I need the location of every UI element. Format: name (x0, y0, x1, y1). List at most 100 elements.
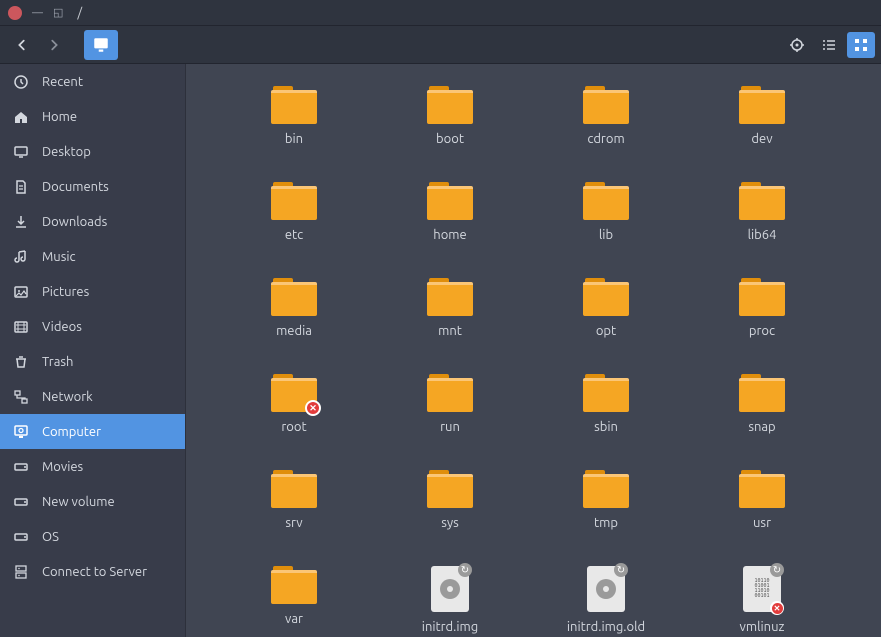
item-label: snap (748, 420, 775, 434)
window-title: / (77, 6, 82, 20)
sidebar-item-pictures[interactable]: Pictures (0, 274, 185, 309)
item-label: bin (285, 132, 303, 146)
item-label: cdrom (587, 132, 624, 146)
folder-icon (739, 278, 785, 316)
item-label: run (440, 420, 460, 434)
file-initrd-img[interactable]: initrd.img (372, 562, 528, 637)
folder-boot[interactable]: boot (372, 82, 528, 150)
file-icon (431, 566, 469, 612)
item-label: srv (285, 516, 302, 530)
sidebar-item-new-volume[interactable]: New volume (0, 484, 185, 519)
toolbar (0, 26, 881, 64)
minimize-button[interactable]: — (32, 7, 43, 19)
folder-tmp[interactable]: tmp (528, 466, 684, 534)
sidebar-item-os[interactable]: OS (0, 519, 185, 554)
sidebar-item-label: New volume (42, 495, 115, 509)
symlink-badge-icon (770, 563, 784, 577)
folder-usr[interactable]: usr (684, 466, 840, 534)
item-label: usr (753, 516, 771, 530)
restricted-badge-icon (305, 400, 321, 416)
folder-icon (739, 86, 785, 124)
item-label: media (276, 324, 312, 338)
file-vmlinuz[interactable]: 10110010011101000101vmlinuz (684, 562, 840, 637)
grid-icon (853, 37, 869, 53)
music-icon (12, 248, 30, 266)
path-computer-button[interactable] (84, 30, 118, 60)
folder-icon (739, 182, 785, 220)
sidebar-item-movies[interactable]: Movies (0, 449, 185, 484)
item-label: proc (749, 324, 775, 338)
item-label: initrd.img.old (567, 620, 645, 634)
back-button[interactable] (6, 30, 38, 60)
folder-mnt[interactable]: mnt (372, 274, 528, 342)
sidebar-item-documents[interactable]: Documents (0, 169, 185, 204)
folder-icon (427, 374, 473, 412)
folder-icon (739, 374, 785, 412)
sidebar-item-trash[interactable]: Trash (0, 344, 185, 379)
folder-icon (583, 470, 629, 508)
forward-button[interactable] (38, 30, 70, 60)
folder-cdrom[interactable]: cdrom (528, 82, 684, 150)
folder-srv[interactable]: srv (216, 466, 372, 534)
target-icon (789, 37, 805, 53)
sidebar-item-label: OS (42, 530, 59, 544)
folder-icon (739, 470, 785, 508)
downloads-icon (12, 213, 30, 231)
pictures-icon (12, 283, 30, 301)
maximize-button[interactable]: ◱ (53, 6, 63, 19)
sidebar-item-downloads[interactable]: Downloads (0, 204, 185, 239)
sidebar-item-computer[interactable]: Computer (0, 414, 185, 449)
item-label: boot (436, 132, 464, 146)
item-label: initrd.img (422, 620, 478, 634)
folder-icon (271, 278, 317, 316)
sidebar: Recent Home DesktopDocuments Downloads Music… (0, 64, 186, 637)
restricted-badge-icon (770, 601, 784, 615)
folder-icon (583, 278, 629, 316)
list-view-button[interactable] (815, 32, 843, 58)
folder-opt[interactable]: opt (528, 274, 684, 342)
sidebar-item-network[interactable]: Network (0, 379, 185, 414)
folder-proc[interactable]: proc (684, 274, 840, 342)
item-label: tmp (594, 516, 618, 530)
sidebar-item-label: Home (42, 110, 77, 124)
sidebar-item-label: Downloads (42, 215, 107, 229)
folder-etc[interactable]: etc (216, 178, 372, 246)
item-label: vmlinuz (740, 620, 785, 634)
folder-lib[interactable]: lib (528, 178, 684, 246)
sidebar-item-label: Videos (42, 320, 82, 334)
folder-dev[interactable]: dev (684, 82, 840, 150)
folder-lib64[interactable]: lib64 (684, 178, 840, 246)
chevron-left-icon (15, 38, 29, 52)
folder-sbin[interactable]: sbin (528, 370, 684, 438)
item-label: opt (596, 324, 616, 338)
sidebar-item-music[interactable]: Music (0, 239, 185, 274)
sidebar-item-label: Connect to Server (42, 565, 147, 579)
list-icon (821, 37, 837, 53)
folder-icon (271, 566, 317, 604)
documents-icon (12, 178, 30, 196)
sidebar-item-recent[interactable]: Recent (0, 64, 185, 99)
folder-home[interactable]: home (372, 178, 528, 246)
folder-media[interactable]: media (216, 274, 372, 342)
sidebar-item-videos[interactable]: Videos (0, 309, 185, 344)
folder-root[interactable]: root (216, 370, 372, 438)
sidebar-item-home[interactable]: Home (0, 99, 185, 134)
folder-var[interactable]: var (216, 562, 372, 637)
grid-view-button[interactable] (847, 32, 875, 58)
location-button[interactable] (783, 32, 811, 58)
file-initrd-img-old[interactable]: initrd.img.old (528, 562, 684, 637)
folder-icon (583, 374, 629, 412)
folder-sys[interactable]: sys (372, 466, 528, 534)
folder-snap[interactable]: snap (684, 370, 840, 438)
sidebar-item-label: Music (42, 250, 76, 264)
folder-bin[interactable]: bin (216, 82, 372, 150)
folder-run[interactable]: run (372, 370, 528, 438)
close-button[interactable] (8, 6, 22, 20)
folder-icon (271, 374, 317, 412)
item-label: dev (751, 132, 772, 146)
sidebar-item-connect-to-server[interactable]: Connect to Server (0, 554, 185, 589)
titlebar: — ◱ / (0, 0, 881, 26)
sidebar-item-desktop[interactable]: Desktop (0, 134, 185, 169)
network-icon (12, 388, 30, 406)
folder-icon (271, 182, 317, 220)
